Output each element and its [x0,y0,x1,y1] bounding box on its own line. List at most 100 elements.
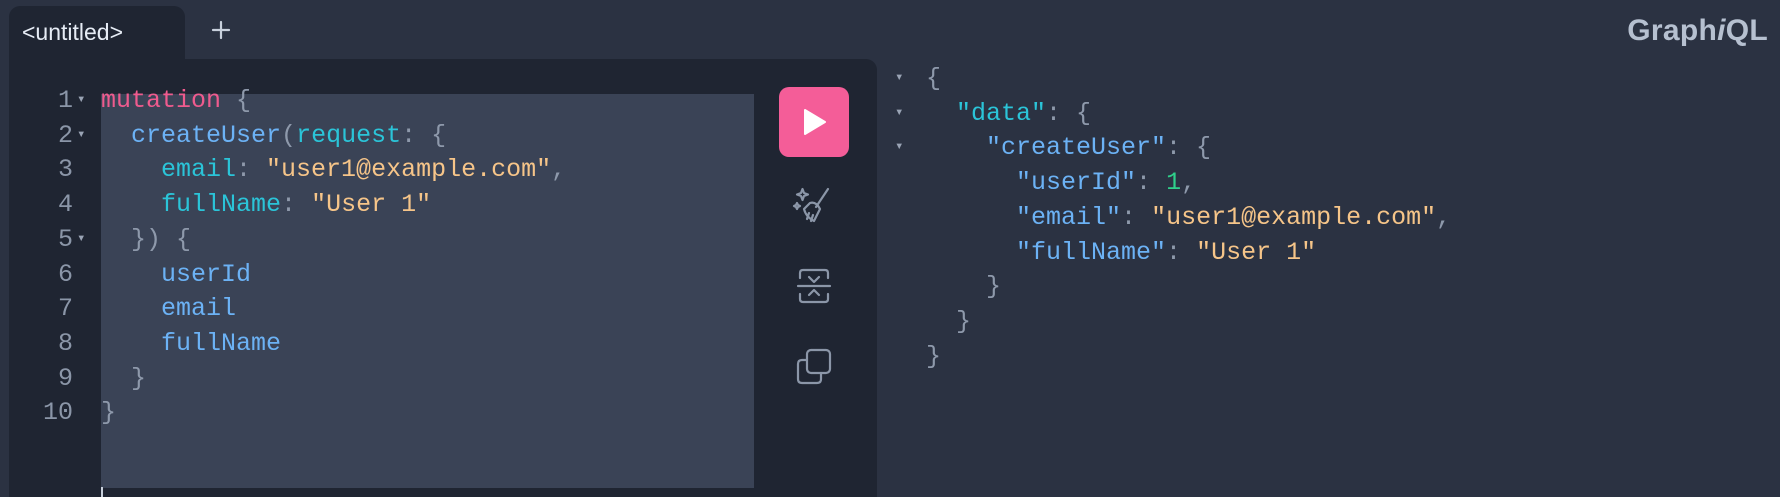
editor-line[interactable]: 3 email: "user1@example.com", [9,150,745,189]
line-number: 2 [57,120,73,150]
result-text: "userId": 1, [926,163,1196,202]
play-icon [804,109,826,135]
line-number: 5 [57,224,73,254]
code-token: request [296,120,402,150]
code-token: , [551,155,567,185]
code-token: } [101,398,117,428]
code-token: createUser [131,120,282,150]
line-number: 8 [57,328,73,358]
prettify-button[interactable] [779,170,849,240]
code-token: "User 1" [311,190,432,220]
code-token: { [926,64,942,93]
editor-line[interactable]: 7 email [9,289,745,328]
code-token: mutation [101,86,222,115]
fold-toggle-icon[interactable]: ▾ [77,220,91,259]
fold-toggle-icon[interactable]: ▾ [895,94,913,133]
editor-line[interactable]: 4 fullName: "User 1" [9,185,745,224]
tab-untitled[interactable]: <untitled> [9,6,185,59]
code-token: { [236,86,252,115]
editor-line[interactable]: 1 ▾ mutation { [9,81,745,120]
code-token: , [1436,202,1452,232]
editor-line[interactable]: 9 } [9,359,745,398]
code-token: : [1121,202,1152,232]
code-text: fullName: "User 1" [101,185,431,224]
code-token: } [926,341,942,371]
copy-icon [796,348,832,385]
code-token: userId [161,259,252,289]
code-token: : [236,155,267,185]
code-token: } [956,306,972,336]
line-number: 1 [57,86,73,115]
text-cursor [101,487,103,497]
line-number: 7 [57,294,73,324]
fold-toggle-icon[interactable]: ▾ [895,59,913,98]
code-token: : [1136,168,1167,198]
fold-toggle-icon[interactable]: ▾ [895,128,913,167]
logo-suffix: QL [1725,14,1768,47]
code-token: "User 1" [1196,237,1317,267]
result-viewer[interactable]: ▾{▾ "data": {▾ "createUser": { "userId":… [877,59,1780,497]
code-text: email [101,289,236,328]
code-token: fullName [161,190,282,220]
tab-label: <untitled> [22,19,124,45]
result-text: } [926,337,941,376]
editor-line[interactable]: 6 userId [9,255,745,294]
result-text: "email": "user1@example.com", [926,198,1451,237]
code-token: "email" [1016,202,1122,232]
copy-query-button[interactable] [779,332,849,402]
result-text: "fullName": "User 1" [926,233,1316,272]
code-token: email [161,294,237,324]
code-text: mutation { [101,81,251,120]
code-text: userId [101,255,251,294]
fold-toggle-icon[interactable]: ▾ [77,116,91,155]
editor-line[interactable]: 8 fullName [9,324,745,363]
fold-toggle-icon[interactable]: ▾ [77,81,91,120]
plus-icon[interactable] [207,16,235,44]
magic-wand-icon [792,187,830,223]
code-token: "createUser" [986,133,1167,163]
merge-fragments-button[interactable] [779,251,849,321]
code-token: ( [281,120,297,150]
code-token: , [1181,168,1197,198]
code-token: "data" [956,98,1047,128]
editor-line[interactable]: 2 ▾ createUser(request: { [9,116,745,155]
execute-query-button[interactable] [779,87,849,157]
graphiql-app: <untitled> GraphiQL 1 ▾ mutation {2 ▾ creat… [0,0,1780,497]
editor-line[interactable]: 10} [9,393,745,432]
editor-line[interactable]: 5 ▾ }) { [9,220,745,259]
code-text: } [101,359,146,398]
result-text: "createUser": { [926,128,1211,167]
code-text: fullName [101,324,281,363]
line-number: 6 [57,259,73,289]
line-number: 4 [57,190,73,220]
result-text: "data": { [926,94,1091,133]
code-token: 1 [1166,168,1182,198]
query-editor[interactable]: 1 ▾ mutation {2 ▾ createUser(request: {3 em… [9,59,754,497]
code-token: : { [401,120,447,150]
code-token: } [131,363,147,393]
graphiql-logo: GraphiQL [1627,14,1768,48]
code-token: }) { [131,224,192,254]
code-token: "user1@example.com" [266,155,552,185]
code-token: email [161,155,237,185]
merge-fragments-icon [796,268,832,304]
code-token: : { [1046,98,1092,128]
code-token: "user1@example.com" [1151,202,1437,232]
code-text: createUser(request: { [101,116,446,155]
line-number: 3 [57,155,73,185]
code-token: } [986,272,1002,302]
result-text: { [926,59,941,98]
